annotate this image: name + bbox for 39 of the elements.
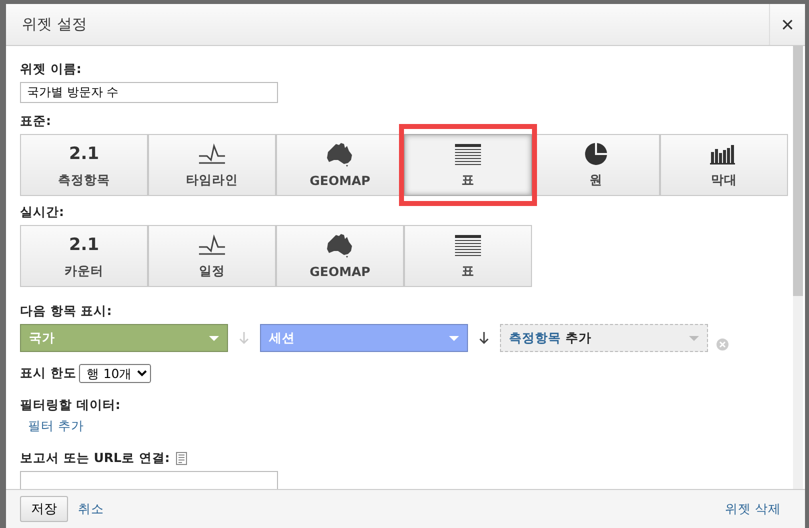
line-wave-icon [198,143,226,165]
table-lines-icon [454,234,482,256]
section-label: 실시간: [20,204,65,221]
save-button[interactable]: 저장 [20,496,68,522]
delete-widget-link[interactable]: 위젯 삭제 [725,500,781,518]
field-label: 위젯 이름: [20,61,82,78]
section-label: 보고서 또는 URL로 연결: [20,450,170,467]
pie-chart-icon [584,142,608,166]
number-icon: 2.1 [68,144,100,164]
bar-chart-icon [710,143,738,165]
down-arrow-icon [238,331,250,345]
row-limit-select[interactable]: 행 10개 [79,364,152,383]
add-metric-dropdown[interactable]: 측정항목 추가 [500,324,708,352]
chart-type-button[interactable]: 표 [404,134,532,196]
input-field[interactable]: 국가별 방문자 수 [20,82,278,103]
scrollbar[interactable] [793,46,803,489]
number-icon: 2.1 [68,235,100,255]
close-button[interactable]: × [769,4,805,45]
down-arrow-icon [478,331,490,345]
chart-type-button[interactable]: 타임라인 [148,134,276,196]
section-label: 다음 항목 표시: [20,303,113,320]
table-lines-icon [454,143,482,165]
australia-map-icon [326,233,354,259]
chart-type-button[interactable]: 2.1 카운터 [20,225,148,287]
document-icon [176,452,187,465]
australia-map-icon [326,142,354,168]
chart-type-button[interactable]: GEOMAP [276,225,404,287]
remove-icon[interactable] [716,338,729,350]
add-filter-link[interactable]: 필터 추가 [28,418,84,435]
section-label: 표준: [20,113,52,130]
window-title: 위젯 설정 [21,15,88,34]
chart-type-button[interactable]: 2.1 측정항목 [20,134,148,196]
field-label: 표시 한도 [20,365,76,382]
chart-type-button[interactable]: 표 [404,225,532,287]
chart-type-button[interactable]: 일정 [148,225,276,287]
chart-type-button[interactable]: 막대 [660,134,788,196]
cancel-link[interactable]: 취소 [78,500,104,518]
section-label: 필터링할 데이터: [20,397,122,414]
line-wave-icon [198,234,226,256]
